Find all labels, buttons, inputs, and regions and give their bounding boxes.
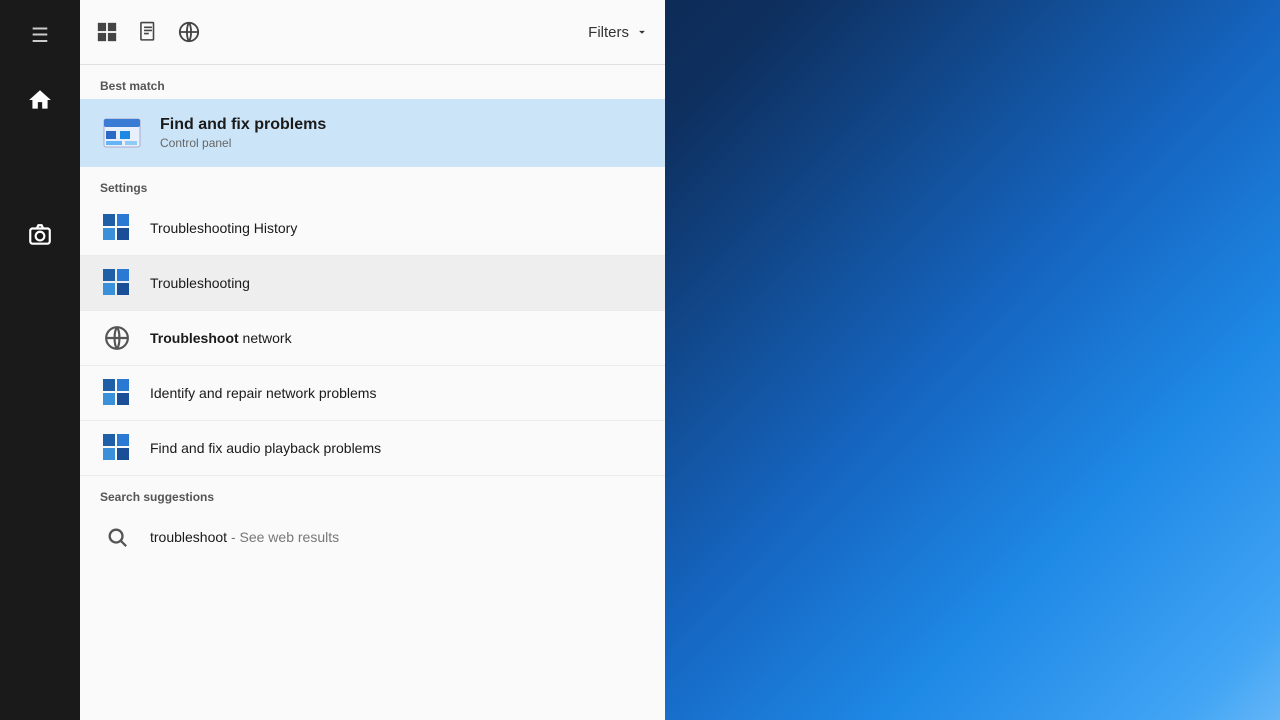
toolbar: Filters [80,0,665,65]
best-match-section-label: Best match [80,65,665,99]
find-fix-audio-icon [100,431,134,465]
web-search-suggestion-text: troubleshoot - See web results [150,529,339,545]
globe-toolbar-icon[interactable] [178,21,200,43]
identify-repair-icon [100,376,134,410]
search-icon [100,520,134,554]
search-panel: Filters Best match Find [80,0,665,720]
find-fix-audio-label: Find and fix audio playback problems [150,440,381,456]
troubleshooting-icon [100,266,134,300]
find-fix-problems-icon [100,111,144,155]
troubleshoot-network-icon [100,321,134,355]
home-icon[interactable] [15,75,65,125]
hamburger-menu-icon[interactable]: ☰ [15,10,65,60]
best-match-subtitle: Control panel [160,136,326,150]
apps-icon[interactable] [96,21,118,43]
identify-repair-label: Identify and repair network problems [150,385,376,401]
web-search-suggestion-item[interactable]: troubleshoot - See web results [80,510,665,564]
toolbar-icons [96,21,588,43]
best-match-title: Find and fix problems [160,116,326,134]
sidebar: ☰ [0,0,80,720]
best-match-text: Find and fix problems Control panel [160,116,326,150]
troubleshooting-label: Troubleshooting [150,275,250,291]
troubleshooting-history-item[interactable]: Troubleshooting History [80,201,665,256]
find-fix-audio-item[interactable]: Find and fix audio playback problems [80,421,665,476]
troubleshooting-item[interactable]: Troubleshooting [80,256,665,311]
document-icon[interactable] [138,21,158,43]
best-match-item[interactable]: Find and fix problems Control panel [80,99,665,167]
settings-section-label: Settings [80,167,665,201]
search-results-content: Best match Find and fix problems Control… [80,65,665,720]
filters-button[interactable]: Filters [588,24,649,41]
troubleshooting-history-label: Troubleshooting History [150,220,297,236]
troubleshoot-network-item[interactable]: Troubleshoot network [80,311,665,366]
troubleshooting-history-icon [100,211,134,245]
search-suggestions-label: Search suggestions [80,476,665,510]
troubleshoot-network-label: Troubleshoot network [150,330,292,346]
filters-label: Filters [588,24,629,41]
identify-repair-item[interactable]: Identify and repair network problems [80,366,665,421]
camera-icon[interactable] [15,210,65,260]
